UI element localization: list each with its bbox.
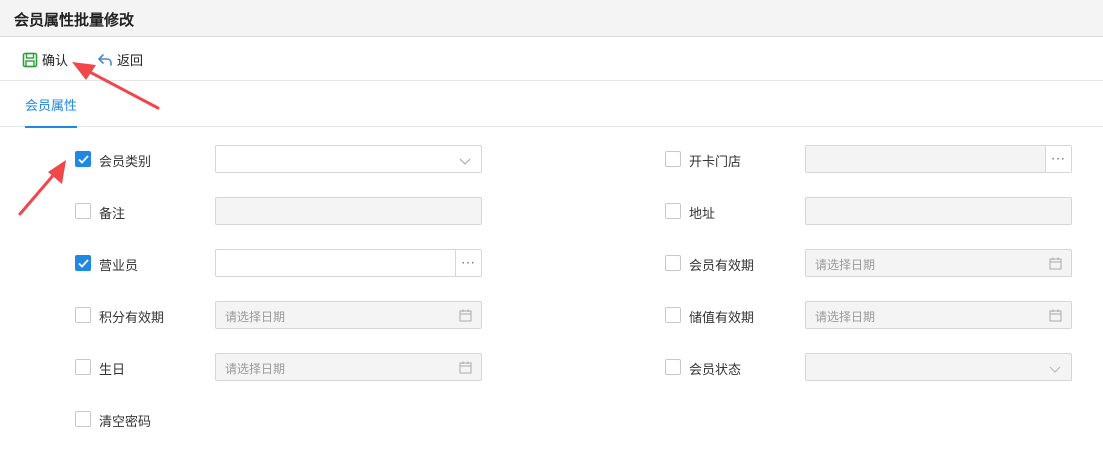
field-row-stored-value-expiry: 储值有效期 请选择日期: [665, 301, 1085, 329]
undo-arrow-icon: [97, 52, 113, 68]
member-expiry-date[interactable]: 请选择日期: [805, 249, 1072, 277]
chevron-down-icon: [1049, 363, 1061, 378]
issuing-store-label: 开卡门店: [689, 155, 742, 170]
field-row-salesperson: 营业员 ···: [75, 249, 495, 277]
calendar-icon: [1049, 309, 1062, 326]
clear-password-checkbox[interactable]: [75, 411, 91, 427]
field-row-remark: 备注: [75, 197, 495, 225]
stored-value-expiry-label: 储值有效期: [689, 311, 755, 326]
arrow-to-checkbox-icon: [18, 160, 66, 216]
toolbar: 确认 返回: [0, 38, 1103, 81]
birthday-date[interactable]: 请选择日期: [215, 353, 482, 381]
field-row-member-status: 会员状态: [665, 353, 1085, 381]
stored-value-expiry-date[interactable]: 请选择日期: [805, 301, 1072, 329]
address-input[interactable]: [805, 197, 1072, 225]
salesperson-checkbox[interactable]: [75, 255, 91, 271]
address-checkbox[interactable]: [665, 203, 681, 219]
field-row-points-expiry: 积分有效期 请选择日期: [75, 301, 495, 329]
save-icon: [22, 52, 38, 68]
calendar-icon: [459, 309, 472, 326]
salesperson-lookup[interactable]: ···: [215, 249, 482, 277]
field-row-birthday: 生日 请选择日期: [75, 353, 495, 381]
birthday-placeholder: 请选择日期: [225, 362, 286, 376]
confirm-label: 确认: [42, 54, 69, 69]
checkmark-icon: [78, 259, 89, 268]
ellipsis-icon[interactable]: ···: [455, 250, 481, 276]
member-status-label: 会员状态: [689, 363, 742, 378]
member-category-checkbox[interactable]: [75, 151, 91, 167]
remark-input[interactable]: [215, 197, 482, 225]
clear-password-label: 清空密码: [99, 415, 152, 430]
field-row-issuing-store: 开卡门店 ···: [665, 145, 1085, 173]
birthday-label: 生日: [99, 363, 126, 378]
member-category-select[interactable]: [215, 145, 482, 173]
member-category-label: 会员类别: [99, 155, 152, 170]
member-expiry-label: 会员有效期: [689, 259, 755, 274]
tab-member-attributes[interactable]: 会员属性: [25, 95, 78, 128]
remark-label: 备注: [99, 207, 126, 222]
back-label: 返回: [117, 54, 144, 69]
points-expiry-checkbox[interactable]: [75, 307, 91, 323]
address-label: 地址: [689, 207, 716, 222]
back-button[interactable]: 返回: [97, 50, 143, 69]
calendar-icon: [1049, 257, 1062, 274]
ellipsis-icon[interactable]: ···: [1045, 146, 1071, 172]
checkmark-icon: [78, 155, 89, 164]
points-expiry-label: 积分有效期: [99, 311, 165, 326]
tab-bar: 会员属性: [0, 82, 1103, 128]
member-expiry-checkbox[interactable]: [665, 255, 681, 271]
points-expiry-placeholder: 请选择日期: [225, 310, 286, 324]
field-row-clear-password: 清空密码: [75, 405, 495, 433]
stored-value-expiry-placeholder: 请选择日期: [815, 310, 876, 324]
issuing-store-checkbox[interactable]: [665, 151, 681, 167]
field-row-member-category: 会员类别: [75, 145, 495, 173]
salesperson-label: 营业员: [99, 259, 139, 274]
birthday-checkbox[interactable]: [75, 359, 91, 375]
points-expiry-date[interactable]: 请选择日期: [215, 301, 482, 329]
member-status-checkbox[interactable]: [665, 359, 681, 375]
window-titlebar: 会员属性批量修改: [0, 0, 1103, 37]
confirm-button[interactable]: 确认: [22, 50, 68, 69]
issuing-store-lookup[interactable]: ···: [805, 145, 1072, 173]
field-row-member-expiry: 会员有效期 请选择日期: [665, 249, 1085, 277]
member-expiry-placeholder: 请选择日期: [815, 258, 876, 272]
window-title: 会员属性批量修改: [14, 11, 135, 29]
field-row-address: 地址: [665, 197, 1085, 225]
chevron-down-icon: [459, 155, 471, 170]
member-status-select[interactable]: [805, 353, 1072, 381]
remark-checkbox[interactable]: [75, 203, 91, 219]
stored-value-expiry-checkbox[interactable]: [665, 307, 681, 323]
calendar-icon: [459, 361, 472, 378]
